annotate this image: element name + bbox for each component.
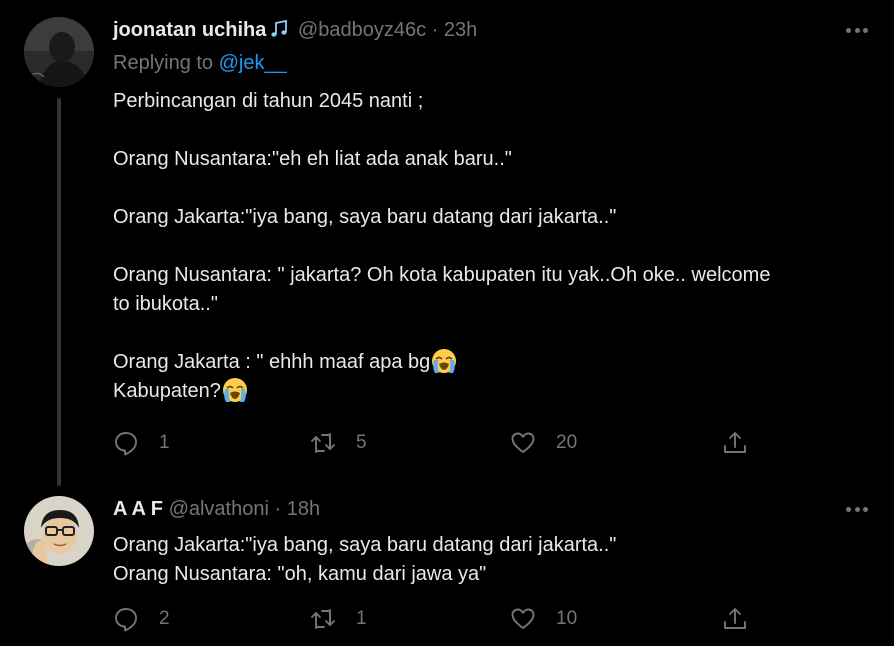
separator: · [274, 498, 282, 520]
replying-to: Replying to @jek__ [113, 52, 287, 74]
text-line: Orang Nusantara: "oh, kamu dari jawa ya" [113, 563, 487, 585]
more-dot-icon [854, 506, 860, 512]
avatar[interactable] [24, 17, 94, 87]
reply-icon [115, 608, 137, 632]
tweet-2[interactable]: A A F @alvathoni · 18h Orang Jakarta:"iy… [0, 486, 894, 646]
share-button[interactable] [722, 606, 748, 632]
loudly-crying-face-icon [222, 377, 248, 403]
tweet-text: Perbincangan di tahun 2045 nanti ; Orang… [113, 87, 873, 406]
author-handle[interactable]: @badboyz46c [298, 19, 426, 41]
reply-icon [115, 432, 137, 456]
more-options-button[interactable] [846, 27, 868, 33]
loudly-crying-face-icon [431, 348, 457, 374]
author-name[interactable]: joonatan uchiha [113, 19, 266, 41]
like-button[interactable]: 10 [510, 606, 577, 632]
avatar[interactable] [24, 496, 94, 566]
text-line: Orang Jakarta:"iya bang, saya baru datan… [113, 534, 617, 556]
more-options-button[interactable] [846, 506, 868, 512]
text-line-with-emoji: Kabupaten? [113, 377, 873, 406]
text-line: Orang Nusantara: " jakarta? Oh kota kabu… [113, 264, 771, 286]
share-icon [724, 608, 746, 629]
like-count: 10 [556, 608, 578, 629]
tweet-text: Orang Jakarta:"iya bang, saya baru datan… [113, 531, 873, 589]
tweet-actions: 1 5 20 [113, 430, 753, 460]
separator: · [431, 19, 439, 41]
share-button[interactable] [722, 430, 748, 456]
tweet-actions: 2 1 10 [113, 606, 753, 636]
more-dot-icon [854, 27, 860, 33]
timestamp[interactable]: 23h [444, 19, 477, 41]
thread-line [57, 98, 61, 486]
tweet-header: joonatan uchiha @badboyz46c · 23h [113, 18, 477, 42]
more-dot-icon [846, 506, 851, 512]
more-dot-icon [863, 506, 868, 512]
text-line: Orang Jakarta:"iya bang, saya baru datan… [113, 206, 617, 228]
timestamp[interactable]: 18h [287, 498, 320, 520]
heart-icon [511, 432, 535, 453]
heart-icon [511, 608, 535, 629]
text-line: Orang Nusantara:"eh eh liat ada anak bar… [113, 148, 512, 170]
more-dot-icon [846, 27, 851, 33]
reply-count: 1 [159, 432, 170, 453]
tweet-1[interactable]: joonatan uchiha @badboyz46c · 23h Replyi… [0, 0, 894, 486]
retweet-icon [311, 609, 335, 629]
author-name[interactable]: A A F [113, 498, 163, 520]
music-note-icon [268, 18, 292, 40]
retweet-icon [311, 433, 335, 453]
reply-button[interactable]: 1 [113, 430, 170, 456]
more-dot-icon [863, 27, 868, 33]
reply-button[interactable]: 2 [113, 606, 170, 632]
retweet-count: 1 [356, 608, 367, 629]
text-line: Perbincangan di tahun 2045 nanti ; [113, 90, 424, 112]
tweet-header: A A F @alvathoni · 18h [113, 498, 320, 521]
author-handle[interactable]: @alvathoni [169, 498, 269, 520]
replying-to-link[interactable]: @jek__ [219, 52, 287, 74]
retweet-count: 5 [356, 432, 367, 453]
reply-count: 2 [159, 608, 170, 629]
text-line: to ibukota.." [113, 293, 218, 315]
text-line-with-emoji: Orang Jakarta : " ehhh maaf apa bg [113, 348, 873, 377]
like-count: 20 [556, 432, 578, 453]
retweet-button[interactable]: 5 [310, 430, 367, 456]
share-icon [724, 432, 746, 453]
retweet-button[interactable]: 1 [310, 606, 367, 632]
like-button[interactable]: 20 [510, 430, 577, 456]
